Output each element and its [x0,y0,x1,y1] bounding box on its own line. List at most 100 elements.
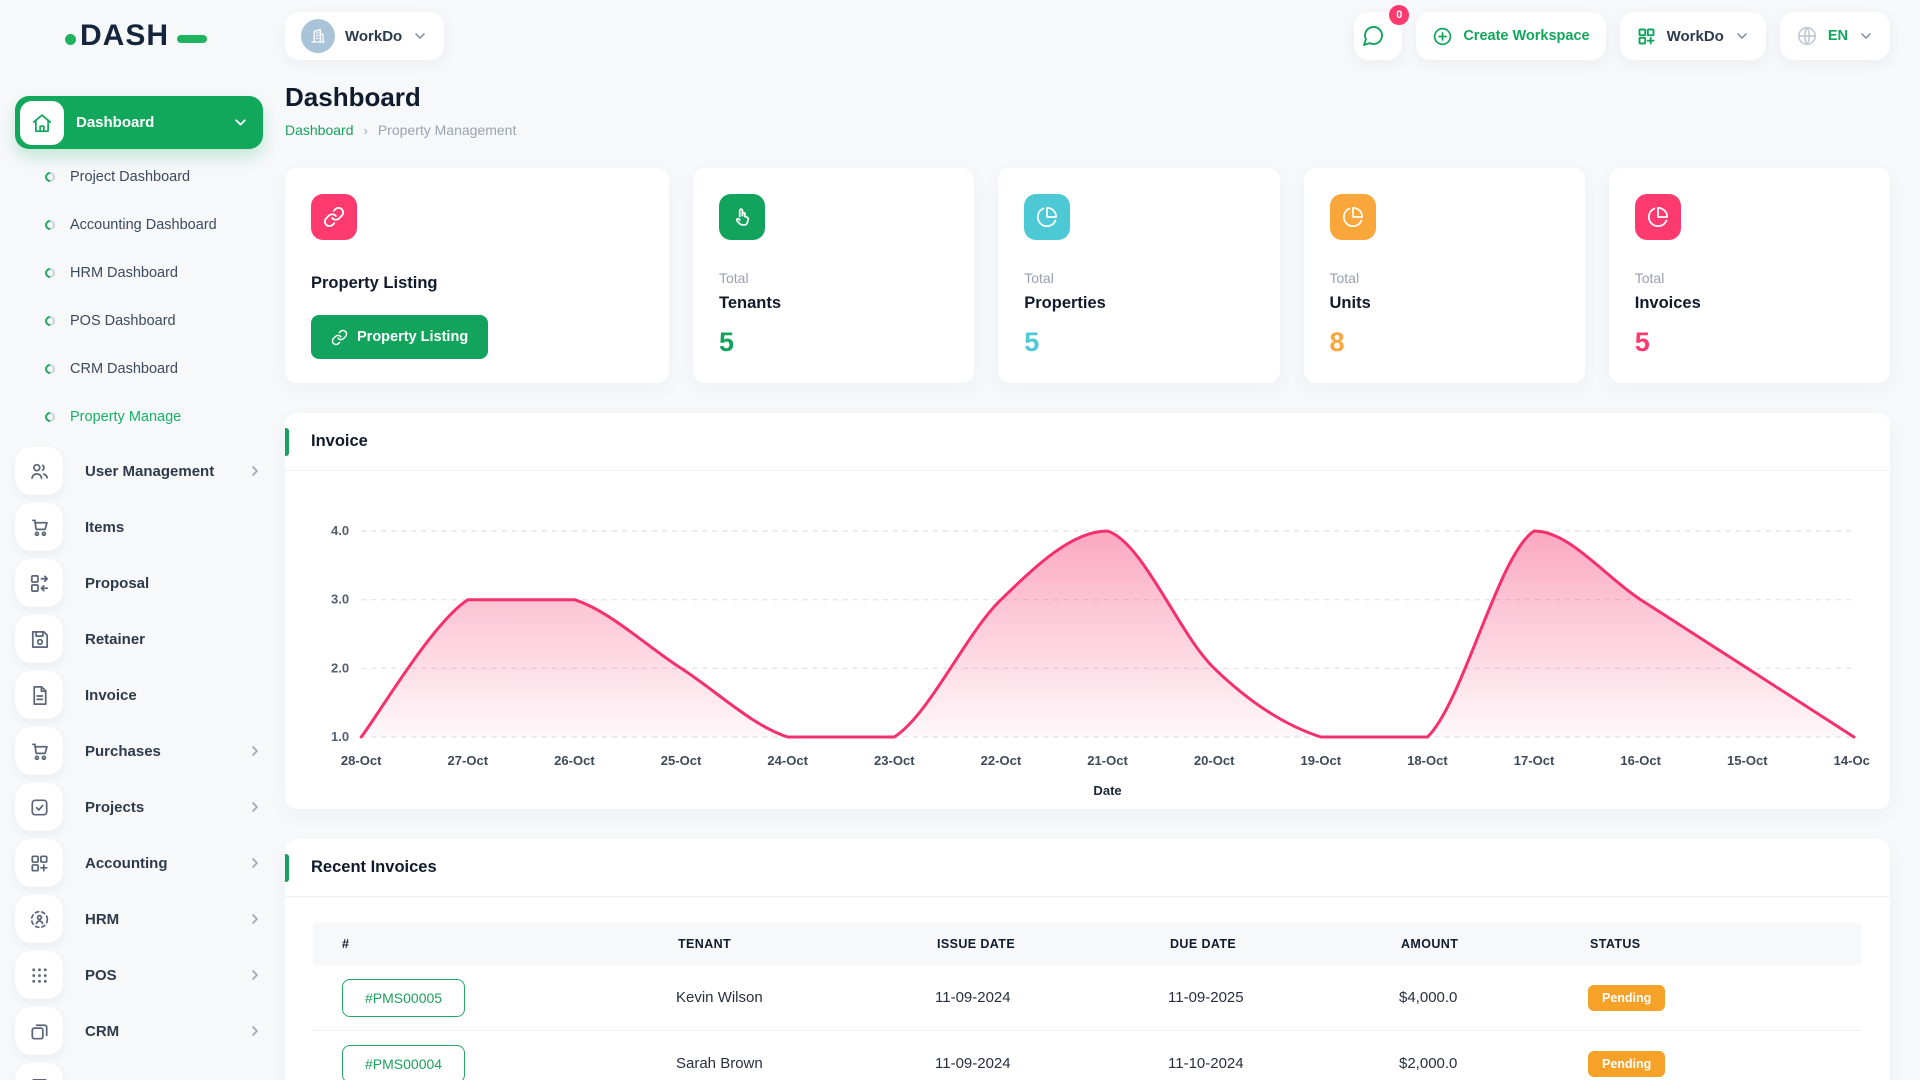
cell-due-date: 11-09-2025 [1168,989,1399,1006]
invoice-area-chart: 1.02.03.04.028-Oct27-Oct26-Oct25-Oct24-O… [285,471,1890,809]
svg-text:21-Oct: 21-Oct [1087,753,1128,768]
hrm-icon [15,895,63,943]
page-title: Dashboard [285,82,1890,113]
sidebar-item-label: Projects [85,799,225,816]
language-code: EN [1828,28,1848,44]
sidebar-subitem-label: Project Dashboard [70,169,190,185]
pie-chart-icon [1024,194,1070,240]
svg-text:16-Oct: 16-Oct [1620,753,1661,768]
cell-issue-date: 11-09-2024 [935,989,1168,1006]
cell-tenant: Kevin Wilson [676,989,935,1006]
button-label: Property Listing [357,329,468,345]
sidebar-subitem-label: Property Manage [70,409,181,425]
svg-text:14-Oct: 14-Oct [1834,753,1870,768]
cart-icon [15,503,63,551]
app-switcher-label: WorkDo [1667,28,1724,45]
invoice-id-link[interactable]: #PMS00005 [342,979,465,1017]
stat-value: 8 [1330,327,1559,358]
sidebar-item[interactable]: Property Manage [15,1059,263,1080]
breadcrumb: Dashboard › Property Management [285,122,1890,138]
stat-card: Total Tenants 5 [693,168,974,383]
chevron-right-icon [247,799,263,815]
svg-text:3.0: 3.0 [331,592,349,607]
stat-label: Units [1330,294,1559,313]
chevron-down-icon [1858,28,1874,44]
svg-text:27-Oct: 27-Oct [448,753,489,768]
col-header-status: STATUS [1588,937,1862,951]
svg-text:20-Oct: 20-Oct [1194,753,1235,768]
sidebar-subitem[interactable]: Property Manage [15,393,263,441]
breadcrumb-dashboard-link[interactable]: Dashboard [285,122,354,138]
sidebar-item-label: Accounting [85,855,225,872]
workspace-avatar [301,19,335,53]
svg-text:23-Oct: 23-Oct [874,753,915,768]
sidebar-subitem[interactable]: Project Dashboard [15,153,263,201]
sidebar-subitem[interactable]: POS Dashboard [15,297,263,345]
property-listing-button[interactable]: Property Listing [311,315,488,359]
sidebar: Dashboard Project Dashboard Accounting D… [0,72,285,1080]
table-header-row: # TENANT ISSUE DATE DUE DATE AMOUNT STAT… [313,923,1862,965]
create-workspace-label: Create Workspace [1463,28,1589,44]
app-switcher-button[interactable]: WorkDo [1620,12,1766,60]
sidebar-item[interactable]: Proposal [15,555,263,611]
sidebar-item[interactable]: Purchases [15,723,263,779]
sidebar-item[interactable]: Retainer [15,611,263,667]
sidebar-subitem[interactable]: HRM Dashboard [15,249,263,297]
col-header-due-date: DUE DATE [1168,937,1399,951]
svg-text:26-Oct: 26-Oct [554,753,595,768]
breadcrumb-current: Property Management [378,122,517,138]
retainer-icon [15,615,63,663]
dashboard-submenu: Project Dashboard Accounting Dashboard H… [15,153,263,441]
invoice-id-link[interactable]: #PMS00004 [342,1045,465,1080]
svg-text:15-Oct: 15-Oct [1727,753,1768,768]
workspace-name: WorkDo [345,28,402,45]
sidebar-item-dashboard[interactable]: Dashboard [15,96,263,149]
chat-icon [1361,24,1385,48]
sidebar-item[interactable]: Accounting [15,835,263,891]
panel-header: Invoice [285,413,1890,471]
invoice-panel-title: Invoice [311,432,368,451]
sidebar-item[interactable]: CRM [15,1003,263,1059]
bullet-icon [43,410,57,424]
sidebar-subitem-label: POS Dashboard [70,313,176,329]
recent-invoices-table: # TENANT ISSUE DATE DUE DATE AMOUNT STAT… [285,897,1890,1080]
sidebar-subitem-label: CRM Dashboard [70,361,178,377]
language-selector[interactable]: EN [1780,12,1890,60]
stat-label: Invoices [1635,294,1864,313]
stat-value: 5 [1024,327,1253,358]
logo-text: DASH [80,19,169,53]
tap-icon [719,194,765,240]
stat-label: Properties [1024,294,1253,313]
stat-card: Total Invoices 5 [1609,168,1890,383]
col-header-id: # [313,937,676,951]
chevron-right-icon [247,463,263,479]
sidebar-subitem[interactable]: CRM Dashboard [15,345,263,393]
home-icon [20,101,64,145]
grid-plus-icon [1636,26,1657,47]
stat-label: Tenants [719,294,948,313]
sidebar-item-label: Invoice [85,687,225,704]
sidebar-item[interactable]: Invoice [15,667,263,723]
sidebar-item[interactable]: User Management [15,443,263,499]
sidebar-item[interactable]: Projects [15,779,263,835]
chevron-right-icon [247,855,263,871]
pie-chart-icon [1330,194,1376,240]
chevron-down-icon [412,28,428,44]
workspace-selector[interactable]: WorkDo [285,12,444,60]
chevron-right-icon [247,743,263,759]
accounting-icon [15,839,63,887]
svg-text:24-Oct: 24-Oct [767,753,808,768]
messages-button[interactable]: 0 [1354,12,1402,60]
create-workspace-button[interactable]: Create Workspace [1416,12,1605,60]
sidebar-item[interactable]: Items [15,499,263,555]
sidebar-item[interactable]: POS [15,947,263,1003]
sidebar-item-label: HRM [85,911,225,928]
breadcrumb-chevron-icon: › [364,123,368,138]
sidebar-item[interactable]: HRM [15,891,263,947]
sidebar-subitem[interactable]: Accounting Dashboard [15,201,263,249]
chevron-down-icon [232,114,249,131]
bullet-icon [43,266,57,280]
svg-text:22-Oct: 22-Oct [981,753,1022,768]
panel-header: Recent Invoices [285,839,1890,897]
svg-text:25-Oct: 25-Oct [661,753,702,768]
